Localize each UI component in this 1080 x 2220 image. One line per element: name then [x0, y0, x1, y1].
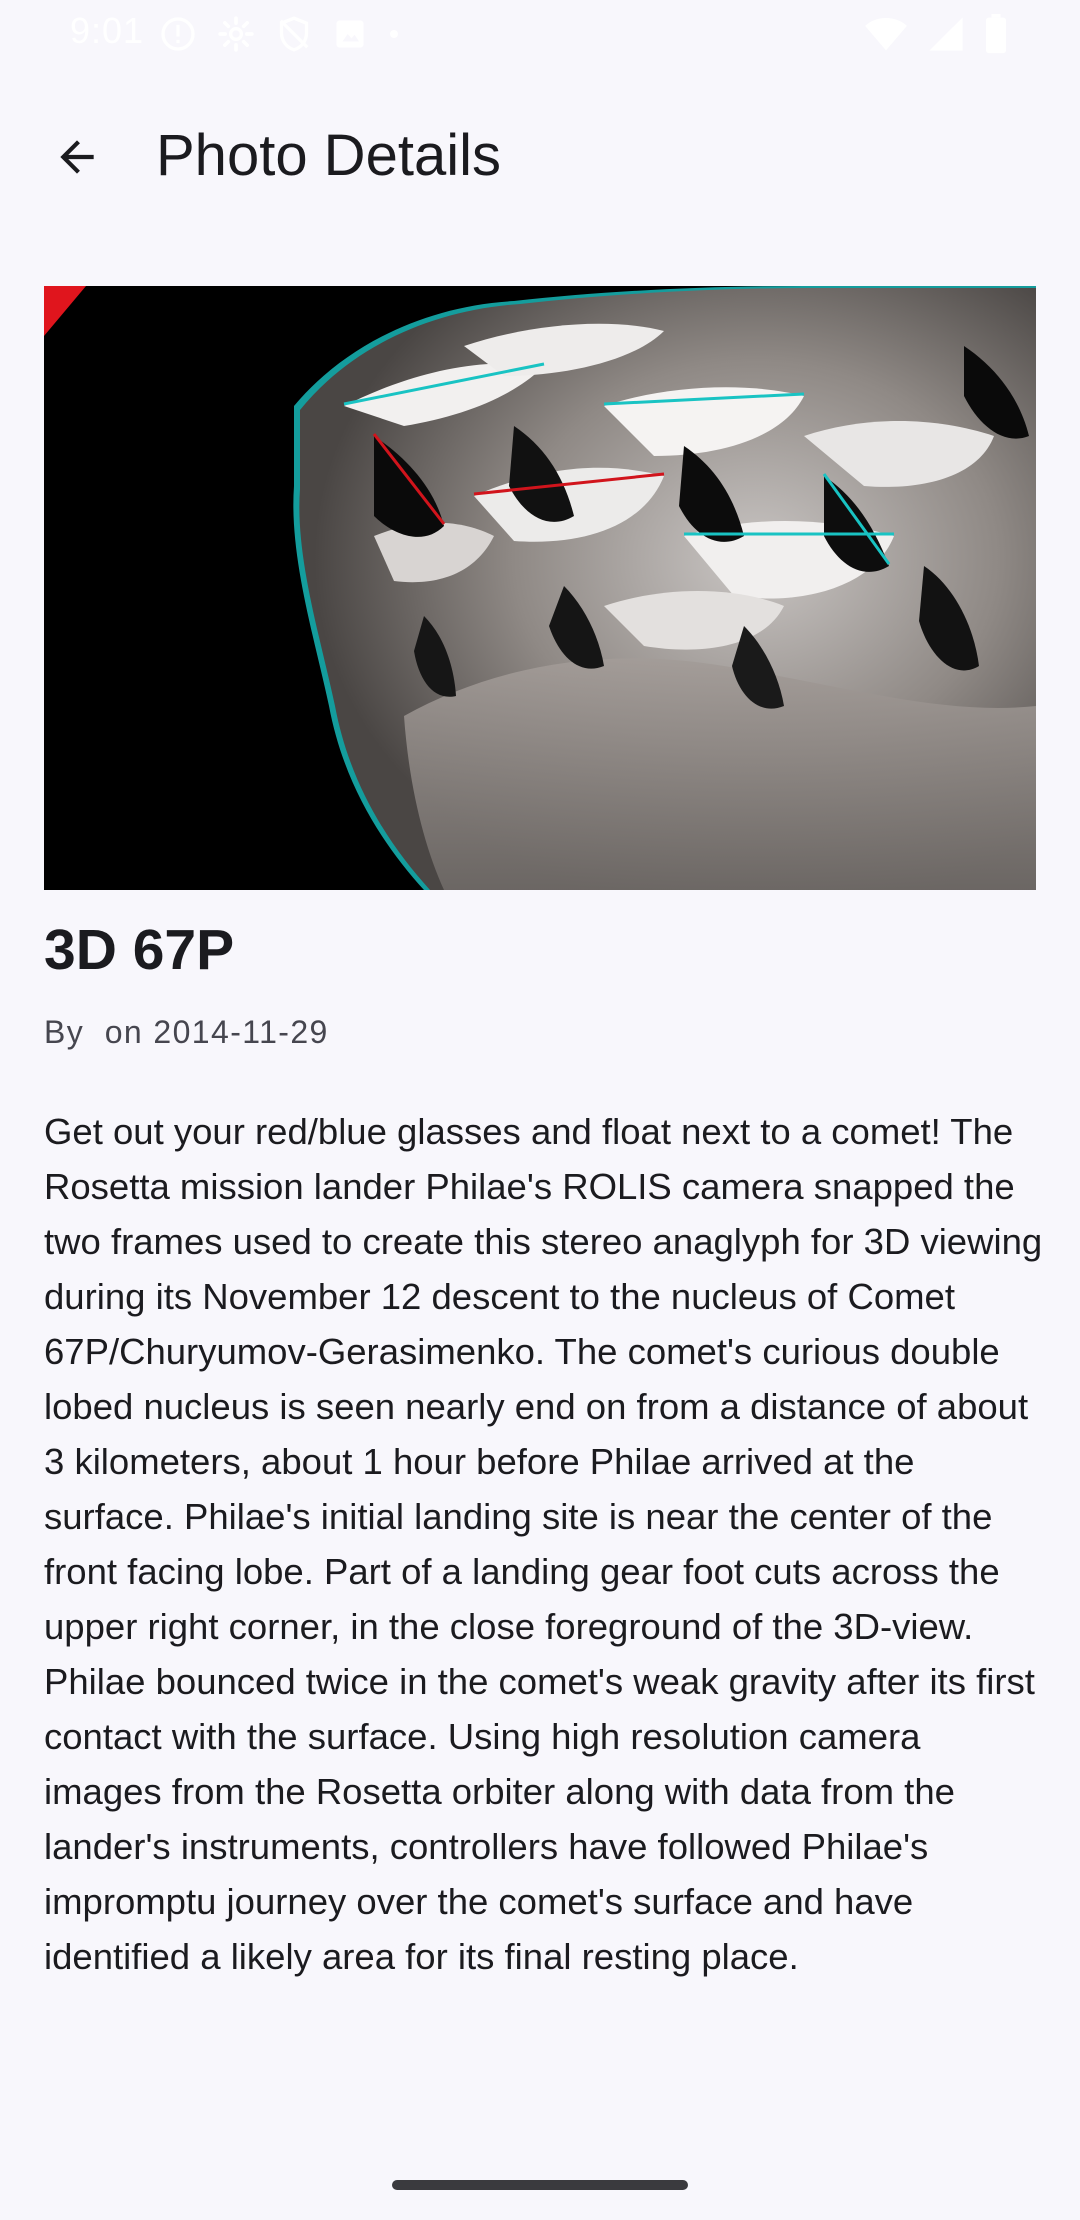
arrow-back-icon	[52, 132, 102, 187]
shield-off-icon	[274, 14, 314, 54]
wifi-icon	[864, 14, 908, 54]
notification-square-icon	[332, 16, 368, 52]
back-button[interactable]	[32, 114, 122, 204]
status-icons-right	[864, 14, 1008, 54]
navigation-handle[interactable]	[392, 2180, 688, 2190]
photo-title: 3D 67P	[44, 918, 235, 982]
status-icons-left	[158, 14, 402, 54]
battery-icon	[984, 14, 1008, 54]
photo-image[interactable]	[44, 286, 1036, 890]
photo-byline: By on 2014-11-29	[44, 1014, 329, 1050]
alert-circle-icon	[158, 14, 198, 54]
photo-description: Get out your red/blue glasses and float …	[44, 1111, 1043, 1977]
signal-icon	[926, 14, 966, 54]
status-bar: 9:01	[0, 0, 1080, 66]
top-app-bar: Photo Details	[0, 88, 1080, 220]
photo-details-screen: 9:01 Photo Details 3D 67P By on 2014-11-…	[0, 0, 1080, 2220]
status-time: 9:01	[70, 10, 145, 51]
page-title: Photo Details	[156, 123, 501, 188]
settings-gear-icon	[216, 14, 256, 54]
dot-icon	[386, 26, 402, 42]
